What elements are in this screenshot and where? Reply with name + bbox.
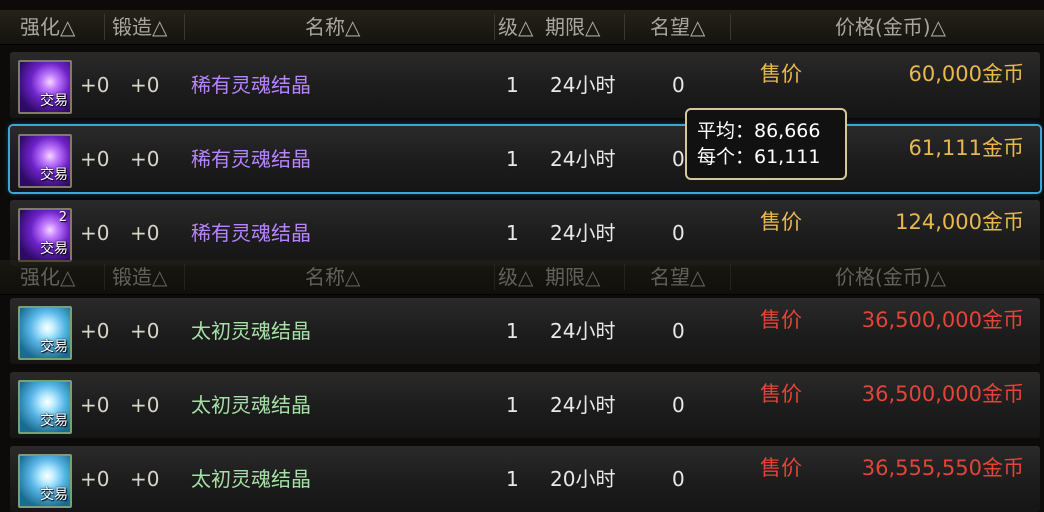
- header-forge[interactable]: 锻造△: [112, 10, 167, 44]
- rare-soul-crystal-icon[interactable]: 2 交易: [18, 208, 72, 262]
- item-name[interactable]: 稀有灵魂结晶: [191, 52, 311, 118]
- item-price: 124,000金币: [895, 210, 1024, 234]
- trade-label: 交易: [40, 487, 68, 503]
- header-divider: [494, 264, 495, 290]
- enhance-value: +0: [80, 319, 110, 343]
- item-level: 1: [506, 221, 519, 245]
- sale-label: 售价: [760, 308, 802, 332]
- listing-row-selected[interactable]: 交易 +0 +0 稀有灵魂结晶 1 24小时 0 61,111金币: [10, 126, 1040, 192]
- item-name[interactable]: 稀有灵魂结晶: [191, 126, 311, 192]
- header-forge[interactable]: 锻造△: [112, 260, 167, 294]
- rare-soul-crystal-icon[interactable]: 交易: [18, 60, 72, 114]
- item-name[interactable]: 太初灵魂结晶: [191, 298, 311, 364]
- item-level: 1: [506, 393, 519, 417]
- item-level: 1: [506, 319, 519, 343]
- primal-soul-crystal-icon[interactable]: 交易: [18, 380, 72, 434]
- sale-label: 售价: [760, 456, 802, 480]
- header-divider: [624, 14, 625, 40]
- item-period: 24小时: [550, 319, 616, 343]
- header-divider: [624, 264, 625, 290]
- item-level: 1: [506, 467, 519, 491]
- header-period[interactable]: 期限△: [545, 10, 600, 44]
- trade-label: 交易: [40, 93, 68, 109]
- header-level[interactable]: 级△: [498, 10, 533, 44]
- item-level: 1: [506, 147, 519, 171]
- listing-row[interactable]: 2 交易 +0 +0 稀有灵魂结晶 1 24小时 0 售价 124,000金币: [10, 200, 1040, 266]
- header-name[interactable]: 名称△: [305, 10, 360, 44]
- header-price[interactable]: 价格(金币)△: [835, 260, 946, 294]
- header-period[interactable]: 期限△: [545, 260, 600, 294]
- item-period: 20小时: [550, 467, 616, 491]
- item-fame: 0: [672, 221, 685, 245]
- stack-count: 2: [58, 210, 67, 225]
- item-price: 60,000金币: [908, 62, 1024, 86]
- forge-value: +0: [130, 319, 160, 343]
- header-divider: [184, 264, 185, 290]
- item-price: 36,500,000金币: [861, 382, 1024, 406]
- item-price: 61,111金币: [908, 136, 1024, 160]
- enhance-value: +0: [80, 467, 110, 491]
- item-period: 24小时: [550, 73, 616, 97]
- header-divider: [184, 14, 185, 40]
- header-fame[interactable]: 名望△: [650, 10, 705, 44]
- column-header-bar-secondary: 强化△ 锻造△ 名称△ 级△ 期限△ 名望△ 价格(金币)△: [0, 260, 1044, 295]
- enhance-value: +0: [80, 221, 110, 245]
- item-level: 1: [506, 73, 519, 97]
- item-fame: 0: [672, 319, 685, 343]
- listing-row[interactable]: 交易 +0 +0 稀有灵魂结晶 1 24小时 0 售价 60,000金币: [10, 52, 1040, 118]
- item-period: 24小时: [550, 393, 616, 417]
- primal-soul-crystal-icon[interactable]: 交易: [18, 306, 72, 360]
- sale-label: 售价: [760, 210, 802, 234]
- forge-value: +0: [130, 467, 160, 491]
- forge-value: +0: [130, 393, 160, 417]
- item-period: 24小时: [550, 221, 616, 245]
- header-divider: [730, 14, 731, 40]
- header-enhance[interactable]: 强化△: [20, 10, 75, 44]
- trade-label: 交易: [40, 167, 68, 183]
- forge-value: +0: [130, 73, 160, 97]
- item-fame: 0: [672, 467, 685, 491]
- trade-label: 交易: [40, 339, 68, 355]
- forge-value: +0: [130, 147, 160, 171]
- primal-soul-crystal-icon[interactable]: 交易: [18, 454, 72, 508]
- header-enhance[interactable]: 强化△: [20, 260, 75, 294]
- item-name[interactable]: 太初灵魂结晶: [191, 372, 311, 438]
- tooltip-each: 每个：61,111: [697, 146, 821, 168]
- header-divider: [104, 264, 105, 290]
- header-name[interactable]: 名称△: [305, 260, 360, 294]
- listing-row[interactable]: 交易 +0 +0 太初灵魂结晶 1 20小时 0 售价 36,555,550金币: [10, 446, 1040, 512]
- enhance-value: +0: [80, 393, 110, 417]
- header-level[interactable]: 级△: [498, 260, 533, 294]
- sale-label: 售价: [760, 62, 802, 86]
- item-period: 24小时: [550, 147, 616, 171]
- item-price: 36,555,550金币: [861, 456, 1024, 480]
- enhance-value: +0: [80, 147, 110, 171]
- item-name[interactable]: 稀有灵魂结晶: [191, 200, 311, 266]
- price-tooltip: 平均：86,666 每个：61,111: [685, 108, 847, 180]
- header-divider: [104, 14, 105, 40]
- forge-value: +0: [130, 221, 160, 245]
- item-price: 36,500,000金币: [861, 308, 1024, 332]
- listing-row[interactable]: 交易 +0 +0 太初灵魂结晶 1 24小时 0 售价 36,500,000金币: [10, 298, 1040, 364]
- trade-label: 交易: [40, 241, 68, 257]
- header-fame[interactable]: 名望△: [650, 260, 705, 294]
- header-divider: [494, 14, 495, 40]
- column-header-bar: 强化△ 锻造△ 名称△ 级△ 期限△ 名望△ 价格(金币)△: [0, 10, 1044, 45]
- trade-label: 交易: [40, 413, 68, 429]
- item-fame: 0: [672, 73, 685, 97]
- tooltip-average: 平均：86,666: [697, 120, 821, 142]
- rare-soul-crystal-icon[interactable]: 交易: [18, 134, 72, 188]
- sale-label: 售价: [760, 382, 802, 406]
- header-divider: [730, 264, 731, 290]
- item-fame: 0: [672, 393, 685, 417]
- enhance-value: +0: [80, 73, 110, 97]
- item-fame: 0: [672, 147, 685, 171]
- listing-row[interactable]: 交易 +0 +0 太初灵魂结晶 1 24小时 0 售价 36,500,000金币: [10, 372, 1040, 438]
- item-name[interactable]: 太初灵魂结晶: [191, 446, 311, 512]
- header-price[interactable]: 价格(金币)△: [835, 10, 946, 44]
